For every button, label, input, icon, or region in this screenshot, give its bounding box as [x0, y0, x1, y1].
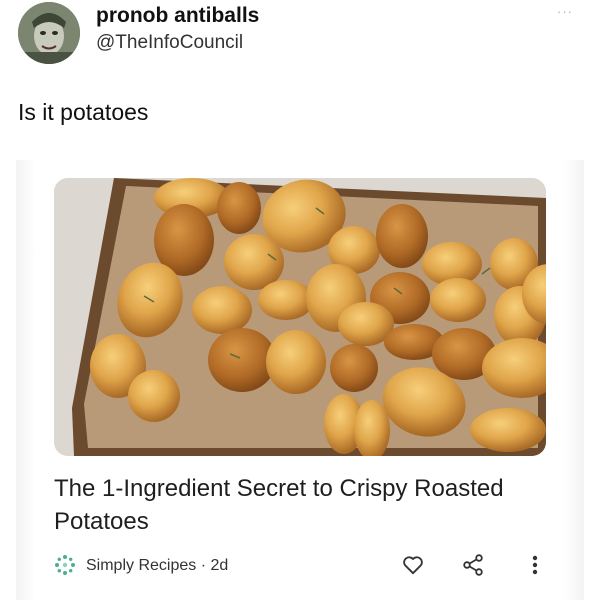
avatar[interactable]: [18, 2, 80, 64]
share-icon[interactable]: [460, 552, 486, 578]
link-preview-card[interactable]: The 1-Ingredient Secret to Crispy Roaste…: [36, 160, 564, 600]
tweet-text: Is it potatoes: [18, 99, 149, 125]
card-shadow: [16, 160, 36, 600]
author-handle[interactable]: @TheInfoCouncil: [96, 32, 243, 54]
card-source: Simply Recipes · 2d: [86, 557, 229, 574]
more-vertical-icon[interactable]: [522, 552, 548, 578]
tweet-more-icon[interactable]: ···: [557, 4, 573, 19]
simply-recipes-logo-icon: [54, 554, 76, 576]
heart-icon[interactable]: [400, 552, 426, 578]
tweet: pronob antiballs @TheInfoCouncil ··· Is …: [0, 0, 600, 600]
author-name[interactable]: pronob antiballs: [96, 4, 259, 28]
card-title[interactable]: The 1-Ingredient Secret to Crispy Roaste…: [54, 472, 546, 538]
roasted-potatoes-photo[interactable]: [54, 178, 546, 456]
card-shadow: [564, 160, 584, 600]
